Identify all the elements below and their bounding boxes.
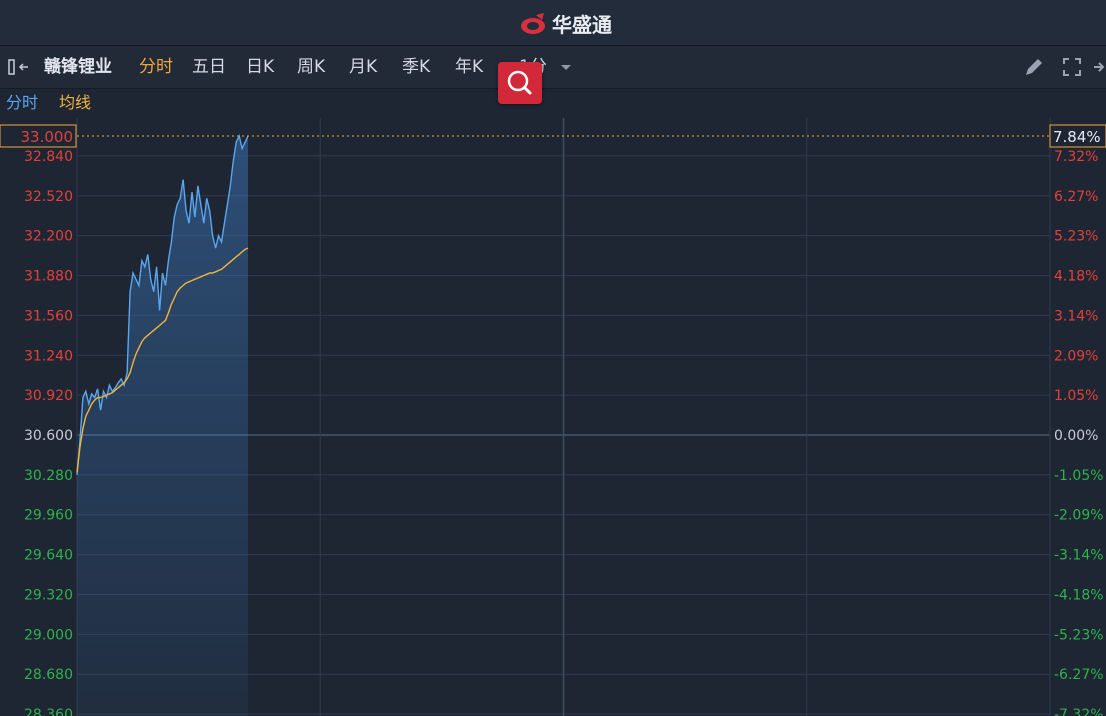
y-tick-right: -2.09% <box>1054 508 1104 524</box>
brand-bar: 华盛通 <box>0 0 1106 46</box>
y-tick-right: -5.23% <box>1054 627 1104 643</box>
chevron-down-icon[interactable] <box>560 64 572 72</box>
search-icon <box>507 70 532 95</box>
y-tick-right: 5.23% <box>1054 229 1098 245</box>
legend-avg: 均线 <box>59 93 92 112</box>
pct-marker-value: 7.84% <box>1053 128 1101 146</box>
intraday-chart[interactable]: 32.840 32.520 32.200 31.880 31.560 31.240 30.9… <box>0 118 1106 716</box>
y-tick-left: 31.560 <box>24 308 73 324</box>
y-tick-right: -4.18% <box>1054 587 1104 603</box>
stock-name[interactable]: 赣锋锂业 <box>44 46 112 88</box>
tab-minute[interactable]: 分时 <box>139 46 173 88</box>
y-tick-right: -7.32% <box>1054 707 1104 716</box>
brand-logo-icon <box>521 12 545 34</box>
tab-five-day[interactable]: 五日 <box>192 46 226 88</box>
chart-legend: 分时 均线 <box>0 89 1106 117</box>
y-tick-left: 28.680 <box>24 667 73 683</box>
y-tick-right: 6.27% <box>1054 189 1098 205</box>
y-tick-left: 30.280 <box>24 468 73 484</box>
y-tick-right: -1.05% <box>1054 468 1104 484</box>
y-tick-left: 29.960 <box>24 508 73 524</box>
y-tick-left: 29.640 <box>24 548 73 564</box>
y-tick-right: 7.32% <box>1054 149 1098 165</box>
y-tick-left: 32.840 <box>24 149 73 165</box>
y-tick-left: 29.000 <box>24 627 73 643</box>
y-tick-left: 28.360 <box>24 707 73 716</box>
tab-day-k[interactable]: 日K <box>246 46 274 88</box>
y-tick-right: -3.14% <box>1054 548 1104 564</box>
toolbar: 赣锋锂业 分时 五日 日K 周K 月K 季K 年K 1分 <box>0 46 1106 89</box>
search-button[interactable] <box>498 62 542 104</box>
expand-right-icon[interactable] <box>1093 59 1106 75</box>
fullscreen-icon[interactable] <box>1062 57 1082 77</box>
y-tick-left: 30.600 <box>24 428 73 444</box>
y-tick-left: 32.520 <box>24 189 73 205</box>
y-tick-right: 0.00% <box>1054 428 1098 444</box>
y-tick-left: 29.320 <box>24 587 73 603</box>
price-area <box>77 136 248 716</box>
tab-month-k[interactable]: 月K <box>349 46 377 88</box>
y-tick-left: 31.880 <box>24 269 73 285</box>
brand: 华盛通 <box>518 9 612 38</box>
y-tick-right: 3.14% <box>1054 308 1098 324</box>
y-tick-right: 4.18% <box>1054 269 1098 285</box>
brand-name: 华盛通 <box>552 13 612 37</box>
y-tick-left: 32.200 <box>24 229 73 245</box>
price-marker-value: 33.000 <box>21 128 74 146</box>
y-tick-right: 1.05% <box>1054 388 1098 404</box>
legend-minute: 分时 <box>6 93 39 112</box>
y-tick-left: 31.240 <box>24 348 73 364</box>
tab-year-k[interactable]: 年K <box>455 46 483 88</box>
y-tick-right: -6.27% <box>1054 667 1104 683</box>
pencil-icon[interactable] <box>1023 56 1045 78</box>
tab-season-k[interactable]: 季K <box>402 46 430 88</box>
y-tick-right: 2.09% <box>1054 348 1098 364</box>
y-tick-left: 30.920 <box>24 388 73 404</box>
collapse-panel-icon[interactable] <box>8 58 32 76</box>
tab-week-k[interactable]: 周K <box>297 46 325 88</box>
